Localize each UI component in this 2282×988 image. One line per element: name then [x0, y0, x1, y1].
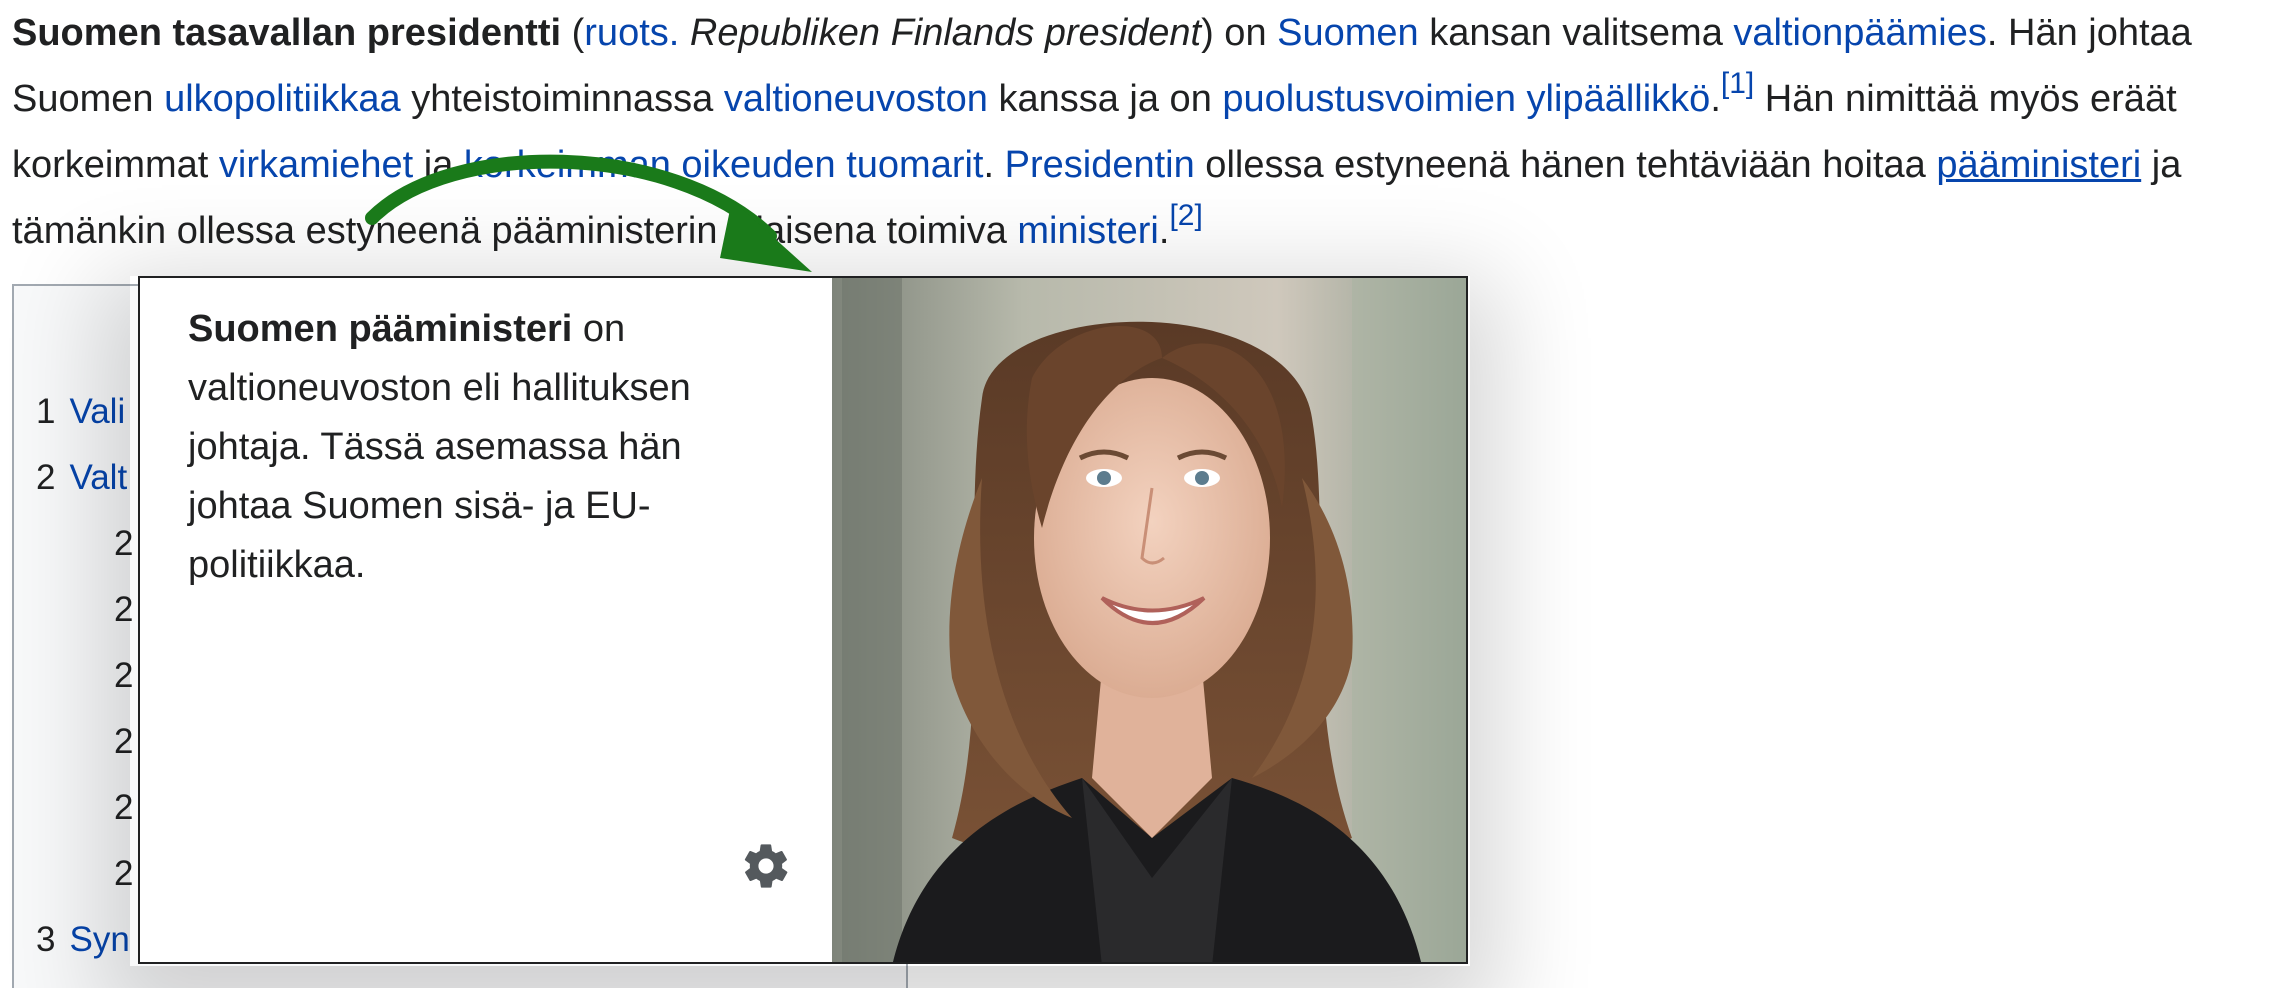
text-open-paren: (: [561, 12, 585, 54]
toc-number: 2: [114, 524, 134, 563]
toc-label[interactable]: Vali: [69, 392, 125, 431]
page-preview-popup[interactable]: Suomen pääministeri on valtioneuvoston e…: [138, 276, 1468, 964]
article-lead-bold: Suomen tasavallan presidentti: [12, 12, 562, 54]
text-dot: .: [983, 144, 1005, 186]
text-ja: ja: [413, 144, 464, 186]
link-paaministeri[interactable]: pääministeri: [1936, 144, 2141, 186]
toc-number: 2: [114, 656, 134, 695]
toc-label[interactable]: Syn: [69, 920, 129, 959]
toc-item[interactable]: 3 Syn: [36, 920, 130, 960]
toc-number: 2: [114, 590, 134, 629]
reference-1[interactable]: [1]: [1721, 67, 1754, 100]
toc-number: 2: [114, 854, 134, 893]
link-valtionpaamies[interactable]: valtionpäämies: [1733, 12, 1986, 54]
popup-title: Suomen pääministeri: [188, 308, 573, 350]
toc-number: 2: [114, 788, 134, 827]
gear-icon[interactable]: [740, 840, 792, 892]
toc-item[interactable]: 2 Valt: [36, 458, 127, 498]
link-ruots[interactable]: ruots.: [584, 12, 679, 54]
text-space: [679, 12, 690, 54]
swedish-name: Republiken Finlands president: [689, 12, 1202, 54]
text-kansan: kansan valitsema: [1418, 12, 1734, 54]
text-dot: .: [1710, 78, 1721, 120]
toc-item[interactable]: 1 Vali: [36, 392, 125, 432]
link-suomen[interactable]: Suomen: [1277, 12, 1419, 54]
text-yhteistoiminnassa: yhteistoiminnassa: [400, 78, 724, 120]
toc-number: 1: [36, 392, 56, 431]
link-valtioneuvoston[interactable]: valtioneuvoston: [724, 78, 988, 120]
toc-number: 2: [114, 722, 134, 761]
link-presidentin[interactable]: Presidentin: [1005, 144, 1195, 186]
text-ollessa: ollessa estyneenä hänen tehtäviään hoita…: [1194, 144, 1937, 186]
link-ulkopolitiikkaa[interactable]: ulkopolitiikkaa: [164, 78, 401, 120]
link-puolustusvoimien[interactable]: puolustusvoimien ylipäällikkö: [1222, 78, 1710, 120]
link-virkamiehet[interactable]: virkamiehet: [219, 144, 413, 186]
link-ministeri[interactable]: ministeri: [1017, 210, 1158, 252]
popup-extract[interactable]: Suomen pääministeri on valtioneuvoston e…: [188, 300, 748, 595]
text-kanssa: kanssa ja on: [987, 78, 1223, 120]
toc-number: 2: [36, 458, 56, 497]
text-close-paren: ) on: [1201, 12, 1278, 54]
text-dot: .: [1158, 210, 1170, 252]
link-korkeimman-oikeuden[interactable]: korkeimman oikeuden tuomarit: [464, 144, 984, 186]
portrait-illustration: [832, 278, 1466, 962]
toc-label[interactable]: Valt: [69, 458, 127, 497]
toc-number: 3: [36, 920, 56, 959]
reference-2[interactable]: [2]: [1169, 199, 1202, 232]
portrait-photo[interactable]: [832, 278, 1466, 962]
article-paragraph: Suomen tasavallan presidentti (ruots. Re…: [12, 0, 2274, 264]
